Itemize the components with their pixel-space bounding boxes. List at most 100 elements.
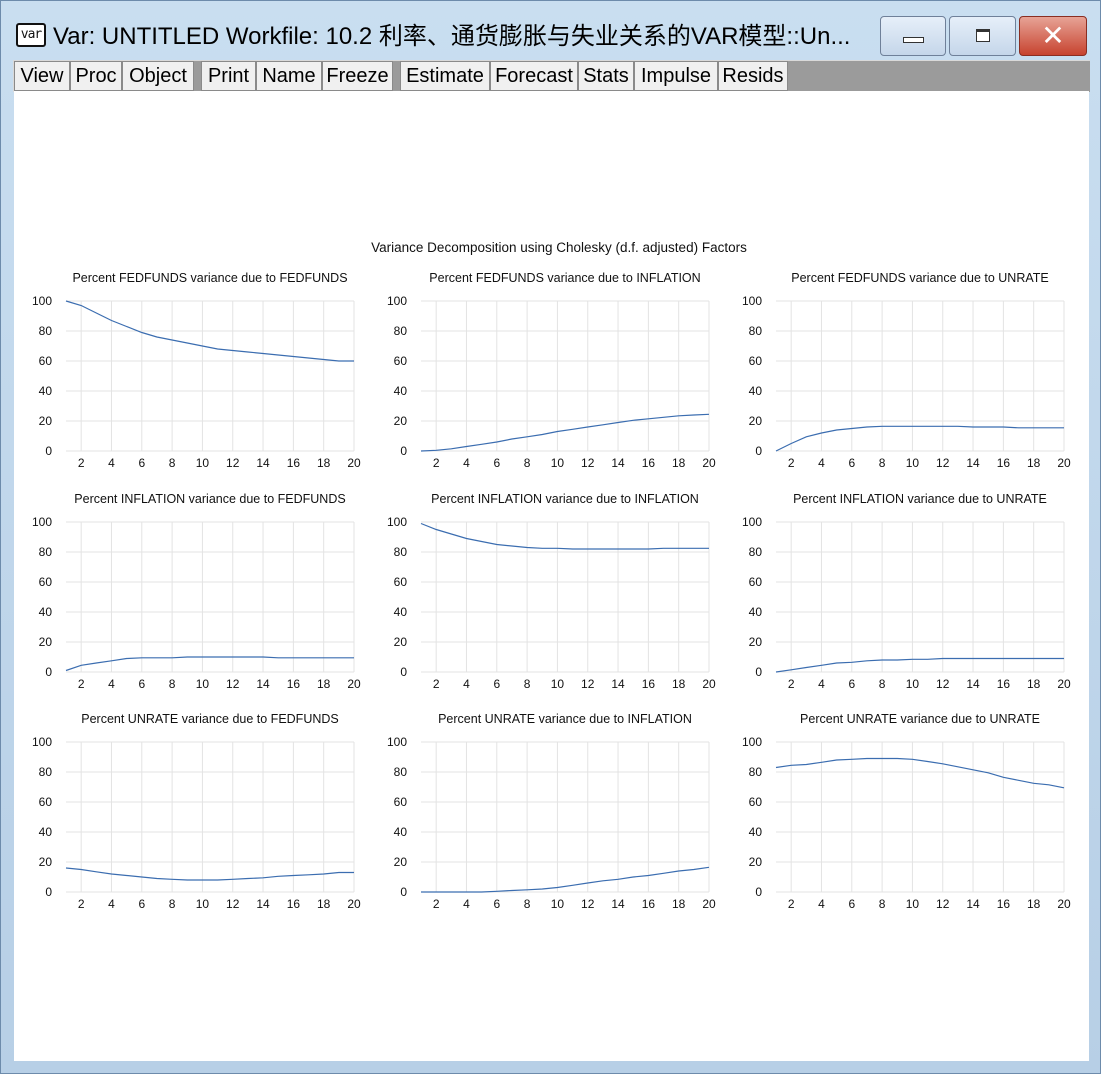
close-icon: ✕	[1041, 20, 1065, 51]
data-point	[95, 312, 98, 315]
data-point	[926, 425, 929, 428]
data-point	[972, 657, 975, 660]
view-button[interactable]: View	[14, 61, 70, 91]
series-line	[421, 866, 710, 893]
stats-button[interactable]: Stats	[578, 61, 634, 91]
y-tick-label: 40	[749, 605, 763, 619]
y-tick-label: 0	[45, 665, 52, 679]
data-point	[677, 414, 680, 417]
data-point	[972, 768, 975, 771]
data-point	[262, 352, 265, 355]
y-tick-label: 100	[742, 735, 762, 749]
y-tick-label: 40	[39, 825, 53, 839]
close-button[interactable]: ✕	[1019, 16, 1087, 56]
data-point	[896, 659, 899, 662]
title-bar[interactable]: var Var: UNTITLED Workfile: 10.2 利率、通货膨胀…	[1, 1, 1100, 59]
data-point	[337, 656, 340, 659]
data-point	[262, 656, 265, 659]
x-tick-label: 18	[672, 897, 686, 911]
x-tick-label: 10	[551, 677, 565, 691]
data-point	[420, 450, 423, 453]
x-tick-label: 6	[493, 677, 500, 691]
data-point	[322, 656, 325, 659]
series-line	[420, 413, 710, 452]
print-button[interactable]: Print	[201, 61, 256, 91]
data-point	[526, 546, 529, 549]
name-button[interactable]: Name	[256, 61, 322, 91]
graph-area[interactable]: Variance Decomposition using Cholesky (d…	[14, 91, 1089, 1061]
data-point	[495, 890, 498, 893]
x-tick-label: 18	[1027, 677, 1041, 691]
x-tick-label: 12	[936, 677, 950, 691]
data-point	[140, 331, 143, 334]
x-tick-label: 8	[879, 897, 886, 911]
data-point	[155, 656, 158, 659]
data-point	[292, 874, 295, 877]
data-point	[1032, 782, 1035, 785]
y-tick-label: 40	[394, 605, 408, 619]
data-point	[65, 300, 68, 303]
y-tick-label: 0	[400, 665, 407, 679]
data-point	[1002, 657, 1005, 660]
data-point	[835, 759, 838, 762]
data-point	[65, 669, 68, 672]
data-point	[926, 760, 929, 763]
resids-button[interactable]: Resids	[718, 61, 788, 91]
figure-title: Variance Decomposition using Cholesky (d…	[371, 240, 747, 255]
toolbar: View Proc Object Print Name Freeze Estim…	[13, 60, 1090, 92]
data-point	[956, 425, 959, 428]
x-tick-label: 20	[702, 897, 716, 911]
x-tick-label: 4	[463, 456, 470, 470]
y-tick-label: 60	[394, 575, 408, 589]
data-point	[231, 349, 234, 352]
data-point	[216, 656, 219, 659]
chart-title: Percent UNRATE variance due to UNRATE	[800, 712, 1040, 726]
x-tick-label: 10	[906, 677, 920, 691]
y-tick-label: 20	[749, 414, 763, 428]
x-tick-label: 2	[78, 677, 85, 691]
data-point	[775, 450, 778, 453]
data-point	[556, 886, 559, 889]
data-point	[277, 354, 280, 357]
data-point	[353, 871, 356, 874]
data-point	[941, 425, 944, 428]
data-point	[790, 764, 793, 767]
y-tick-label: 0	[755, 444, 762, 458]
maximize-button[interactable]	[949, 16, 1016, 56]
proc-button[interactable]: Proc	[70, 61, 122, 91]
data-point	[435, 528, 438, 531]
data-point	[1063, 786, 1066, 789]
data-point	[647, 548, 650, 551]
impulse-button[interactable]: Impulse	[634, 61, 718, 91]
y-tick-label: 80	[39, 545, 53, 559]
chart-panel-9: Percent UNRATE variance due to UNRATE 0 20…	[742, 712, 1071, 911]
x-tick-label: 2	[433, 677, 440, 691]
y-tick-label: 100	[32, 515, 52, 529]
data-point	[216, 879, 219, 882]
data-point	[571, 884, 574, 887]
x-tick-label: 8	[879, 456, 886, 470]
data-point	[571, 548, 574, 551]
data-point	[526, 888, 529, 891]
data-point	[617, 548, 620, 551]
minimize-button[interactable]	[880, 16, 946, 56]
data-point	[435, 891, 438, 894]
estimate-button[interactable]: Estimate	[400, 61, 490, 91]
y-tick-label: 0	[755, 665, 762, 679]
data-point	[465, 891, 468, 894]
forecast-button[interactable]: Forecast	[490, 61, 578, 91]
data-point	[708, 413, 711, 416]
object-button[interactable]: Object	[122, 61, 194, 91]
data-point	[526, 435, 529, 438]
series-line	[775, 757, 1065, 789]
data-point	[805, 666, 808, 669]
x-tick-label: 18	[672, 456, 686, 470]
x-tick-label: 12	[226, 456, 240, 470]
data-point	[353, 360, 356, 363]
y-tick-label: 60	[394, 795, 408, 809]
x-tick-label: 18	[1027, 897, 1041, 911]
data-point	[322, 358, 325, 361]
y-tick-label: 20	[394, 855, 408, 869]
freeze-button[interactable]: Freeze	[322, 61, 393, 91]
data-point	[956, 765, 959, 768]
